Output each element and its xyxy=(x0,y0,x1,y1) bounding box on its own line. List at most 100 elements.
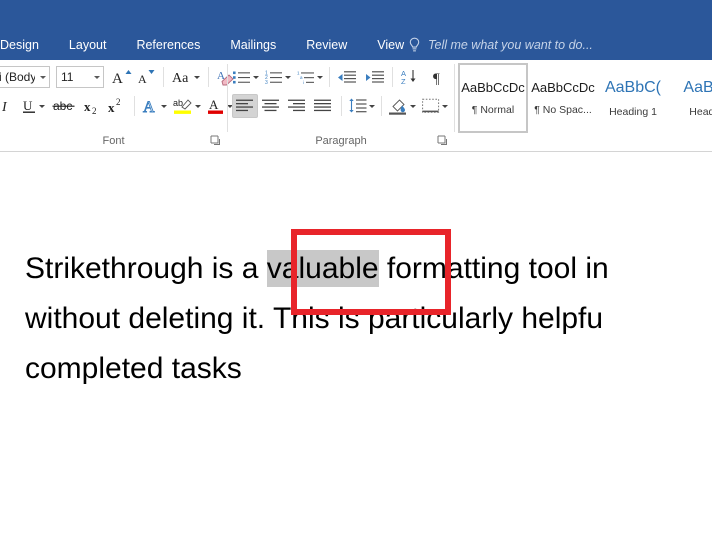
text-effects-button[interactable]: A xyxy=(140,94,168,118)
font-name-combobox[interactable]: i (Body) xyxy=(0,66,50,88)
tab-references[interactable]: References xyxy=(121,30,215,60)
style-item-heading-2[interactable]: AaBb Headi xyxy=(668,63,712,133)
style-item-normal[interactable]: AaBbCcDc ¶ Normal xyxy=(458,63,528,133)
document-line-2: without deleting it. This is particularl… xyxy=(25,302,604,335)
borders-button[interactable] xyxy=(421,94,449,118)
svg-text:x: x xyxy=(108,100,115,115)
font-name-value: i (Body) xyxy=(0,70,35,84)
divider xyxy=(329,67,330,87)
ribbon-tabs: Design Layout References Mailings Review… xyxy=(0,30,419,60)
tab-review[interactable]: Review xyxy=(291,30,362,60)
svg-text:2: 2 xyxy=(116,98,121,107)
document-canvas[interactable]: Strikethrough is a valuable formatting t… xyxy=(0,152,712,533)
svg-text:I: I xyxy=(1,100,8,114)
divider xyxy=(208,67,209,87)
superscript-button[interactable]: x 2 xyxy=(105,94,129,118)
font-color-icon: A xyxy=(208,97,223,114)
shading-button[interactable] xyxy=(387,94,417,118)
tab-mailings[interactable]: Mailings xyxy=(215,30,291,60)
svg-text:Aa: Aa xyxy=(172,71,189,85)
superscript-icon: x 2 xyxy=(108,98,121,115)
group-label-paragraph: Paragraph xyxy=(315,135,367,147)
grow-font-button[interactable]: A xyxy=(110,65,134,89)
subscript-button[interactable]: x 2 xyxy=(81,94,105,118)
italic-button[interactable]: I xyxy=(0,94,16,118)
tab-layout[interactable]: Layout xyxy=(54,30,122,60)
divider xyxy=(392,67,393,87)
tab-design[interactable]: Design xyxy=(0,30,54,60)
font-size-combobox[interactable]: 11 xyxy=(56,66,104,88)
strikethrough-button[interactable]: abc xyxy=(51,94,77,118)
borders-icon xyxy=(422,98,440,113)
group-label-font: Font xyxy=(102,135,125,147)
line-spacing-button[interactable] xyxy=(347,94,376,118)
divider xyxy=(341,96,342,116)
document-line-1: Strikethrough is a valuable formatting t… xyxy=(25,244,712,294)
dialog-launcher-icon[interactable] xyxy=(437,135,448,146)
divider xyxy=(381,96,382,116)
svg-text:3: 3 xyxy=(265,79,268,84)
numbering-button[interactable]: 1 2 3 xyxy=(264,65,292,89)
style-item-no-spacing[interactable]: AaBbCcDc ¶ No Spac... xyxy=(528,63,598,133)
divider xyxy=(134,96,135,116)
change-case-icon: Aa xyxy=(172,71,189,85)
line1-after: formatting tool in xyxy=(378,252,609,285)
tell-me-search-box[interactable]: Tell me what you want to do... xyxy=(408,30,593,60)
style-item-heading-1[interactable]: AaBbC( Heading 1 xyxy=(598,63,668,133)
text-highlight-button[interactable]: ab xyxy=(172,94,202,118)
style-name: Heading 1 xyxy=(609,105,657,118)
style-name: Headi xyxy=(689,105,712,118)
subscript-icon: x 2 xyxy=(84,99,97,115)
document-text[interactable]: Strikethrough is a valuable formatting t… xyxy=(25,244,712,394)
pilcrow-icon: ¶ xyxy=(433,71,440,85)
styles-gallery: AaBbCcDc ¶ Normal AaBbCcDc ¶ No Spac... … xyxy=(458,63,712,133)
justify-icon xyxy=(314,99,331,112)
ribbon-group-styles: AaBbCcDc ¶ Normal AaBbCcDc ¶ No Spac... … xyxy=(455,60,712,151)
tell-me-placeholder: Tell me what you want to do... xyxy=(428,38,593,52)
multilevel-list-button[interactable]: 1 a i xyxy=(296,65,324,89)
style-preview: AaBbC( xyxy=(604,78,662,96)
align-right-button[interactable] xyxy=(284,94,310,118)
lightbulb-icon xyxy=(409,37,420,52)
style-preview: AaBb xyxy=(683,78,712,96)
selected-word-valuable[interactable]: valuable xyxy=(266,250,379,287)
svg-text:A: A xyxy=(138,72,147,86)
ribbon-content: i (Body) 11 A A xyxy=(0,60,712,152)
change-case-button[interactable]: Aa xyxy=(169,65,203,89)
svg-text:ab: ab xyxy=(173,98,183,108)
numbered-list-icon: 1 2 3 xyxy=(265,70,282,85)
style-preview: AaBbCcDc xyxy=(461,80,525,95)
chevron-down-icon xyxy=(35,75,49,79)
style-preview: AaBbCcDc xyxy=(531,80,595,95)
word-application-window: Design Layout References Mailings Review… xyxy=(0,0,712,533)
chevron-down-icon xyxy=(89,75,103,79)
decrease-indent-button[interactable] xyxy=(335,65,359,89)
align-left-button[interactable] xyxy=(232,94,258,118)
text-highlight-icon: ab xyxy=(173,98,192,114)
align-center-button[interactable] xyxy=(258,94,284,118)
svg-text:A: A xyxy=(209,97,219,112)
justify-button[interactable] xyxy=(310,94,336,118)
strikethrough-icon: abc xyxy=(52,99,75,113)
svg-text:U: U xyxy=(23,98,33,113)
italic-icon: I xyxy=(1,100,8,114)
sort-az-icon: A Z xyxy=(401,69,416,85)
bullet-list-icon xyxy=(233,71,250,83)
shrink-font-button[interactable]: A xyxy=(134,65,158,89)
align-center-icon xyxy=(262,99,279,112)
show-formatting-marks-button[interactable]: ¶ xyxy=(427,65,451,89)
increase-indent-button[interactable] xyxy=(363,65,387,89)
grow-font-icon: A xyxy=(112,70,132,86)
svg-text:i: i xyxy=(303,79,304,84)
svg-text:x: x xyxy=(84,99,91,114)
bullets-button[interactable] xyxy=(232,65,260,89)
svg-text:¶: ¶ xyxy=(433,71,440,85)
align-left-icon xyxy=(236,99,253,112)
svg-text:Z: Z xyxy=(401,77,406,85)
underline-button[interactable]: U xyxy=(20,94,46,118)
divider xyxy=(163,67,164,87)
multilevel-list-icon: 1 a i xyxy=(297,70,314,84)
dialog-launcher-icon[interactable] xyxy=(210,135,221,146)
document-line-3: completed tasks xyxy=(25,352,242,385)
sort-button[interactable]: A Z xyxy=(398,65,422,89)
